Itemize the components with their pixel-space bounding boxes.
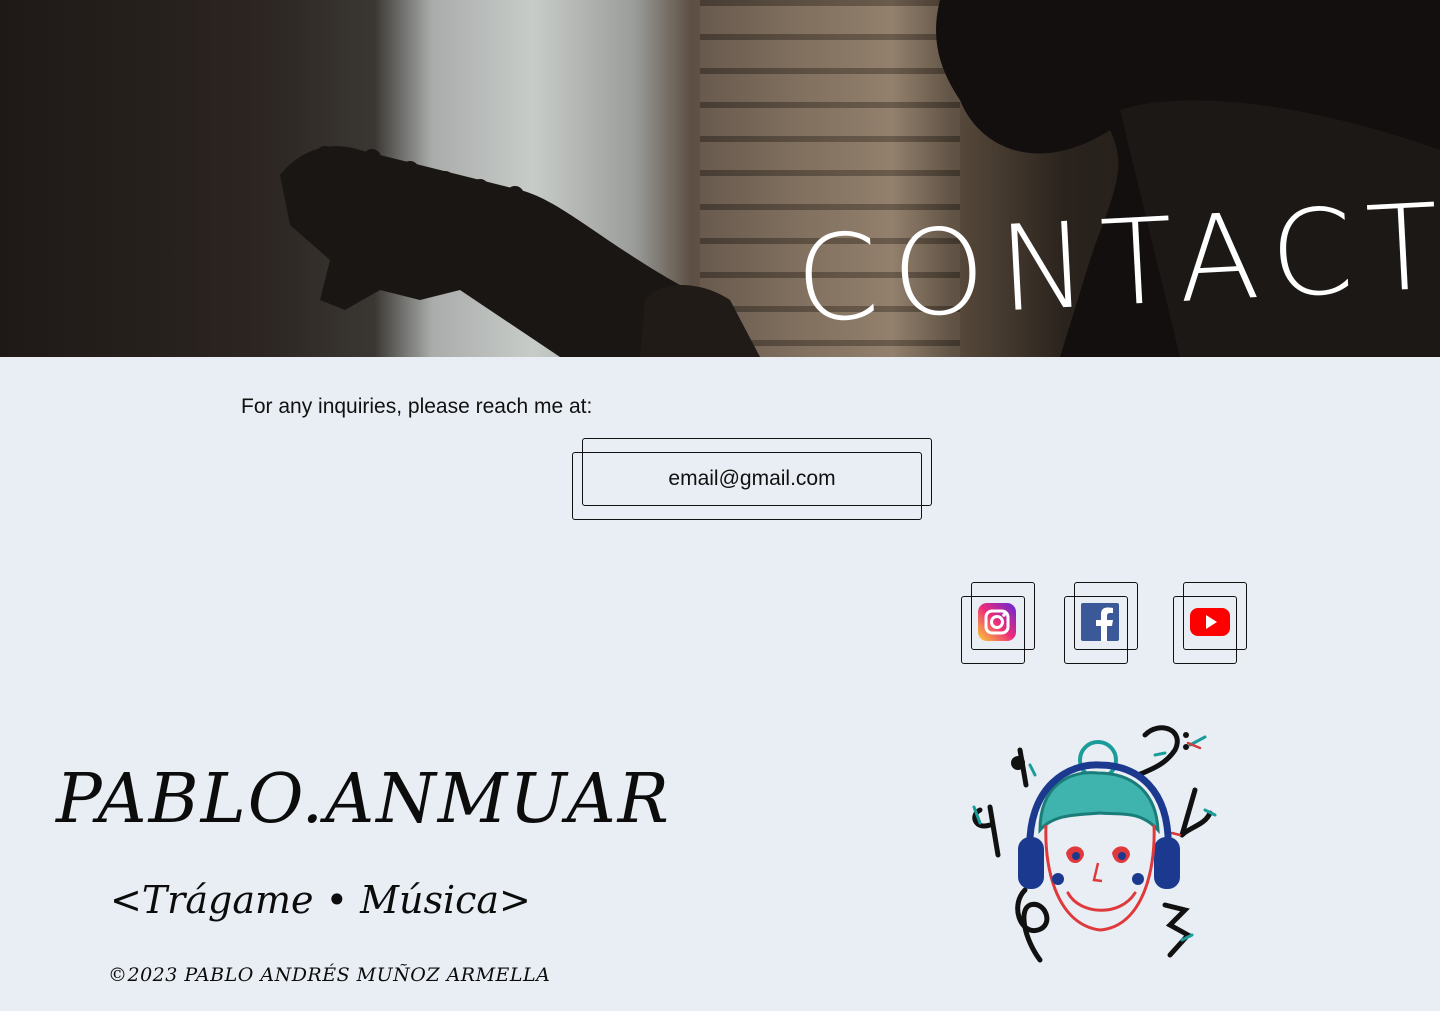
inquiry-text: For any inquiries, please reach me at:	[241, 395, 593, 418]
email-button[interactable]: email@gmail.com	[582, 452, 922, 506]
tagline: <Trágame • Música>	[110, 878, 531, 922]
headphones-face-doodle-image	[972, 725, 1217, 963]
youtube-link-frame	[1173, 582, 1247, 664]
brand-name: PABLO.ANMUAR	[56, 760, 671, 839]
email-button-frame: email@gmail.com	[572, 438, 932, 520]
facebook-icon[interactable]	[1080, 602, 1120, 642]
instagram-icon[interactable]	[977, 602, 1017, 642]
youtube-icon[interactable]	[1187, 602, 1233, 642]
facebook-link-frame	[1064, 582, 1138, 664]
page-title: CONTACT	[792, 176, 1440, 350]
instagram-link-frame	[961, 582, 1035, 664]
copyright-text: ©2023 PABLO ANDRÉS MUÑOZ ARMELLA	[108, 964, 551, 986]
hero-banner: CONTACT	[0, 0, 1440, 357]
